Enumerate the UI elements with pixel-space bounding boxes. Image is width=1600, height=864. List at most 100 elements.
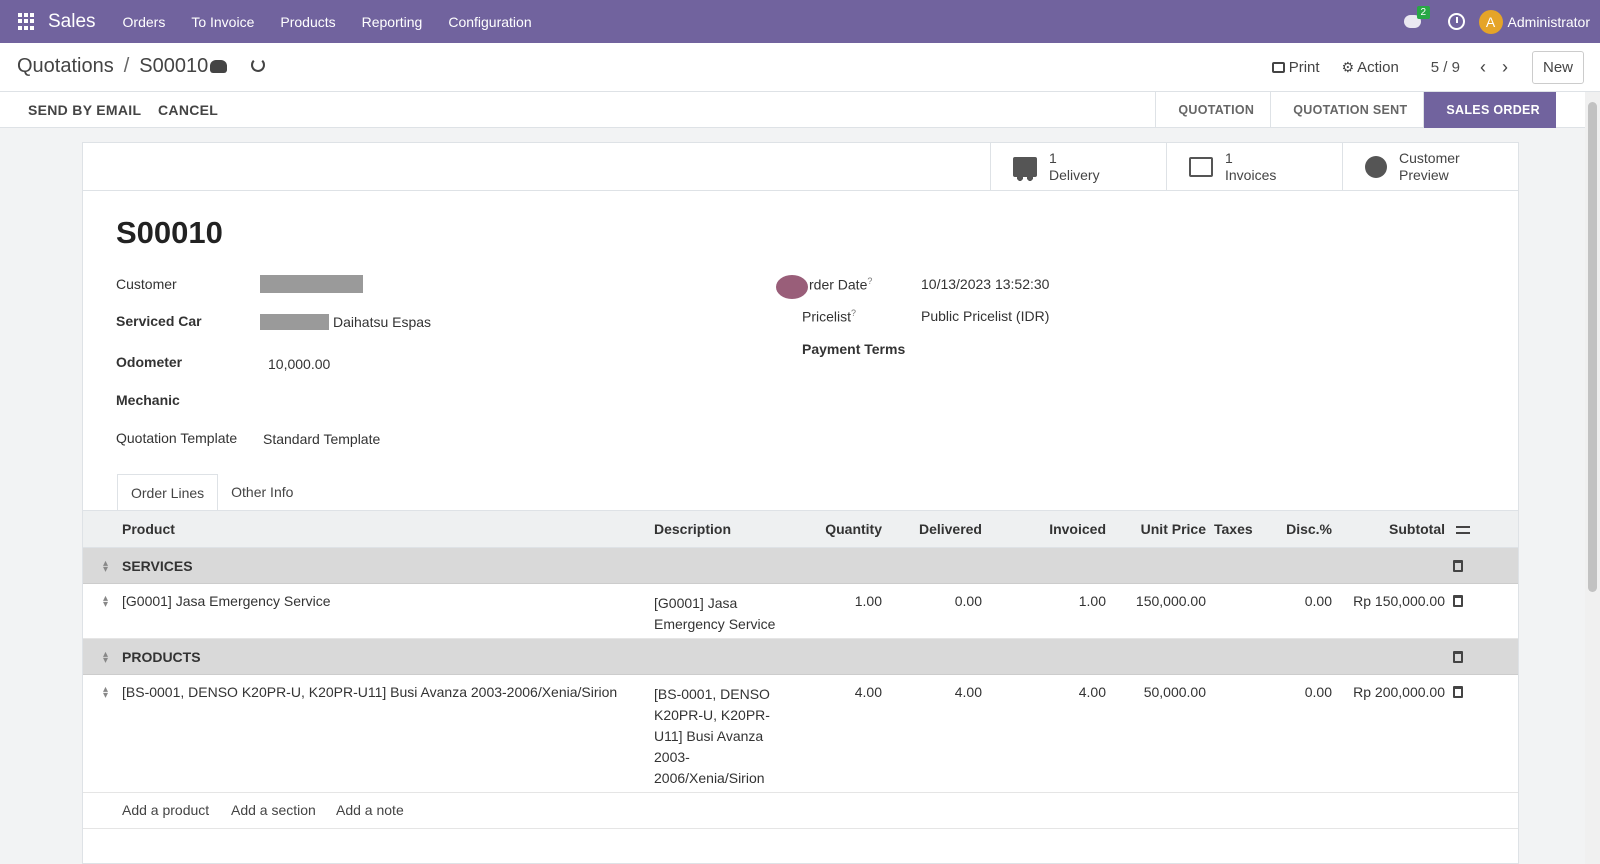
add-note-link[interactable]: Add a note — [336, 802, 404, 818]
invoices-count: 1 — [1225, 149, 1233, 166]
col-disc[interactable]: Disc.% — [1263, 521, 1332, 537]
action-button[interactable]: ⚙ Action — [1342, 59, 1399, 76]
messaging-button[interactable]: 2 — [1403, 5, 1431, 32]
quotation-template-field[interactable]: Standard Template — [263, 431, 380, 447]
add-section-link[interactable]: Add a section — [231, 802, 316, 818]
section-row[interactable]: ▴ ▾ PRODUCTS — [83, 639, 1518, 675]
activity-clock-icon[interactable] — [1447, 13, 1465, 30]
line-unit-price[interactable]: 150,000.00 — [1113, 593, 1206, 609]
section-name[interactable]: SERVICES — [122, 558, 193, 574]
line-delivered[interactable]: 0.00 — [888, 593, 982, 609]
pricelist-help-icon[interactable]: ? — [851, 308, 856, 318]
line-quantity[interactable]: 1.00 — [783, 593, 882, 609]
col-subtotal[interactable]: Subtotal — [1343, 521, 1445, 537]
tab-order-lines[interactable]: Order Lines — [117, 474, 219, 511]
scrollbar-thumb[interactable] — [1588, 102, 1597, 592]
description-line: 2003- — [654, 749, 690, 765]
section-row[interactable]: ▴ ▾ SERVICES — [83, 548, 1518, 584]
section-name[interactable]: PRODUCTS — [122, 649, 201, 665]
menu-to-invoice[interactable]: To Invoice — [178, 14, 267, 30]
add-product-link[interactable]: Add a product — [122, 802, 209, 818]
tab-other-info[interactable]: Other Info — [218, 474, 306, 511]
order-date-label-text: rder Date — [809, 276, 868, 293]
trash-icon[interactable] — [1453, 651, 1463, 663]
table-header: Product Description Quantity Delivered I… — [83, 510, 1518, 548]
menu-orders[interactable]: Orders — [110, 14, 179, 30]
drag-handle-icon[interactable]: ▴ ▾ — [103, 650, 111, 666]
order-date-help-icon[interactable]: ? — [867, 276, 872, 286]
add-line-row: Add a product Add a section Add a note — [83, 793, 1518, 829]
line-product[interactable]: [BS-0001, DENSO K20PR-U, K20PR-U11] Busi… — [122, 684, 617, 700]
odometer-field[interactable]: 10,000.00 — [268, 356, 330, 372]
page-scrollbar[interactable] — [1585, 92, 1600, 864]
pricelist-field[interactable]: Public Pricelist (IDR) — [921, 308, 1049, 324]
stage-quotation-sent[interactable]: QUOTATION SENT — [1270, 92, 1423, 128]
trash-icon[interactable] — [1453, 560, 1463, 572]
chat-counter-badge: 2 — [1416, 5, 1431, 19]
apps-menu-icon[interactable] — [18, 12, 36, 31]
drag-handle-icon[interactable]: ▴ ▾ — [103, 594, 111, 610]
print-label: Print — [1288, 59, 1320, 76]
pager-next-icon[interactable]: › — [1502, 57, 1508, 78]
drag-handle-icon[interactable]: ▴ ▾ — [103, 559, 111, 575]
status-bar: SEND BY EMAIL CANCEL QUOTATION QUOTATION… — [0, 92, 1600, 128]
optional-columns-icon[interactable] — [1456, 524, 1470, 536]
line-description[interactable]: [G0001] Jasa Emergency Service — [654, 593, 775, 635]
pager-value[interactable]: 5 / 9 — [1431, 59, 1460, 76]
stage-sales-order[interactable]: SALES ORDER — [1423, 92, 1556, 128]
print-button[interactable]: Print — [1271, 59, 1320, 76]
col-delivered[interactable]: Delivered — [888, 521, 982, 537]
new-button[interactable]: New — [1531, 51, 1584, 84]
drag-handle-icon[interactable]: ▴ ▾ — [103, 685, 111, 701]
control-panel: Quotations / S00010 Print ⚙ Action 5 / 9… — [0, 43, 1600, 92]
col-product[interactable]: Product — [122, 521, 175, 537]
trash-icon[interactable] — [1453, 686, 1463, 698]
line-product[interactable]: [G0001] Jasa Emergency Service — [122, 593, 331, 609]
discard-undo-icon[interactable] — [251, 58, 265, 72]
quotation-template-label: Quotation Template — [116, 430, 238, 446]
customer-preview-smart-button[interactable]: Customer Preview — [1342, 143, 1518, 190]
order-lines-table: Product Description Quantity Delivered I… — [83, 510, 1518, 829]
table-row[interactable]: ▴ ▾ [BS-0001, DENSO K20PR-U, K20PR-U11] B… — [83, 675, 1518, 793]
send-by-email-button[interactable]: SEND BY EMAIL — [28, 102, 141, 118]
customer-field-redacted[interactable] — [260, 275, 363, 293]
line-description[interactable]: [BS-0001, DENSO K20PR-U, K20PR- U11] Bus… — [654, 684, 770, 789]
action-label: Action — [1357, 59, 1399, 76]
user-menu[interactable]: Administrator — [1508, 14, 1590, 30]
line-quantity[interactable]: 4.00 — [783, 684, 882, 700]
order-date-field[interactable]: 10/13/2023 13:52:30 — [921, 276, 1049, 292]
breadcrumb-separator: / — [123, 55, 130, 77]
serviced-car-redacted — [260, 314, 329, 330]
pager-previous-icon[interactable]: ‹ — [1480, 57, 1486, 78]
menu-configuration[interactable]: Configuration — [435, 14, 544, 30]
delivery-smart-button[interactable]: 1 Delivery — [990, 143, 1166, 190]
stage-quotation[interactable]: QUOTATION — [1155, 92, 1270, 128]
avatar[interactable]: A — [1478, 9, 1503, 34]
col-taxes[interactable]: Taxes — [1214, 521, 1253, 537]
table-row[interactable]: ▴ ▾ [G0001] Jasa Emergency Service [G0001… — [83, 584, 1518, 639]
serviced-car-field[interactable]: Daihatsu Espas — [333, 314, 431, 330]
col-invoiced[interactable]: Invoiced — [1008, 521, 1106, 537]
line-discount[interactable]: 0.00 — [1263, 684, 1332, 700]
line-delivered[interactable]: 4.00 — [888, 684, 982, 700]
col-description[interactable]: Description — [654, 521, 731, 537]
delivery-label: Delivery — [1049, 166, 1100, 183]
col-quantity[interactable]: Quantity — [783, 521, 882, 537]
save-cloud-icon[interactable] — [210, 60, 227, 73]
col-unit-price[interactable]: Unit Price — [1113, 521, 1206, 537]
mechanic-label: Mechanic — [116, 392, 180, 408]
invoices-smart-button[interactable]: 1 Invoices — [1166, 143, 1342, 190]
description-line: Emergency Service — [654, 616, 776, 632]
preview-line2: Preview — [1399, 166, 1449, 183]
app-brand[interactable]: Sales — [48, 11, 96, 33]
printer-icon — [1271, 62, 1285, 73]
trash-icon[interactable] — [1453, 595, 1463, 607]
cancel-button[interactable]: CANCEL — [158, 102, 218, 118]
description-line: K20PR-U, K20PR- — [654, 707, 770, 723]
line-unit-price[interactable]: 50,000.00 — [1113, 684, 1206, 700]
breadcrumb-quotations-link[interactable]: Quotations — [17, 55, 114, 78]
customer-label: Customer — [116, 276, 177, 292]
menu-reporting[interactable]: Reporting — [349, 14, 436, 30]
line-discount[interactable]: 0.00 — [1263, 593, 1332, 609]
menu-products[interactable]: Products — [267, 14, 348, 30]
